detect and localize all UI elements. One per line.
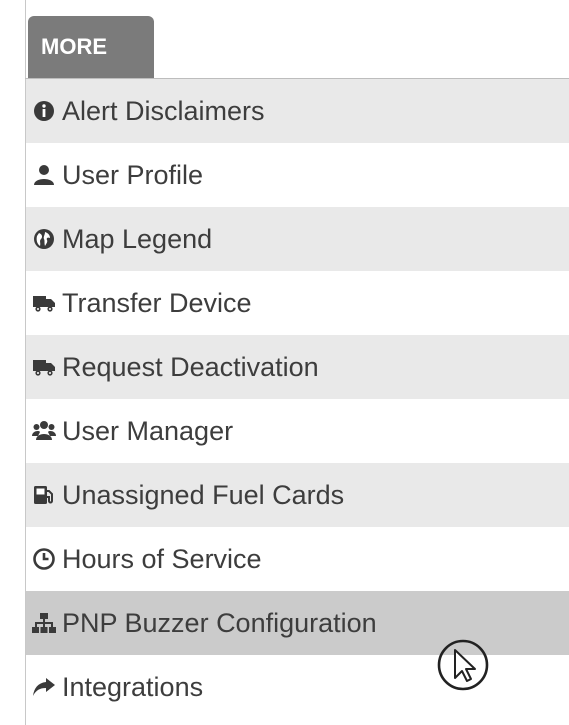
menu-item-label: Integrations: [62, 671, 204, 702]
user-icon: [32, 163, 56, 187]
more-menu-panel: MORE Alert Disclaimers User Profile Map …: [0, 0, 569, 725]
menu-item-hours-of-service[interactable]: Hours of Service: [26, 527, 569, 591]
menu-item-alert-disclaimers[interactable]: Alert Disclaimers: [26, 79, 569, 143]
menu-item-map-legend[interactable]: Map Legend: [26, 207, 569, 271]
share-arrow-icon: [32, 675, 56, 699]
tab-bar: MORE: [25, 0, 569, 79]
mouse-cursor-icon: [436, 638, 490, 692]
menu-item-label: Alert Disclaimers: [62, 95, 265, 126]
menu-item-user-profile[interactable]: User Profile: [26, 143, 569, 207]
menu-item-label: User Manager: [62, 415, 234, 446]
globe-icon: [32, 227, 56, 251]
more-menu-list: Alert Disclaimers User Profile Map Legen…: [26, 79, 569, 719]
menu-item-label: Unassigned Fuel Cards: [62, 479, 345, 510]
menu-item-user-manager[interactable]: User Manager: [26, 399, 569, 463]
menu-item-label: Request Deactivation: [62, 351, 319, 382]
truck-icon: [32, 355, 56, 379]
tab-more[interactable]: MORE: [28, 16, 154, 78]
menu-item-unassigned-fuel-cards[interactable]: Unassigned Fuel Cards: [26, 463, 569, 527]
menu-item-label: Hours of Service: [62, 543, 262, 574]
menu-item-label: Transfer Device: [62, 287, 252, 318]
menu-item-label: PNP Buzzer Configuration: [62, 607, 377, 638]
menu-item-transfer-device[interactable]: Transfer Device: [26, 271, 569, 335]
users-icon: [32, 419, 56, 443]
sitemap-icon: [32, 611, 56, 635]
truck-icon: [32, 291, 56, 315]
menu-item-label: Map Legend: [62, 223, 213, 254]
menu-item-label: User Profile: [62, 159, 204, 190]
info-circle-icon: [32, 99, 56, 123]
fuel-pump-icon: [32, 483, 56, 507]
menu-item-request-deactivation[interactable]: Request Deactivation: [26, 335, 569, 399]
clock-icon: [32, 547, 56, 571]
